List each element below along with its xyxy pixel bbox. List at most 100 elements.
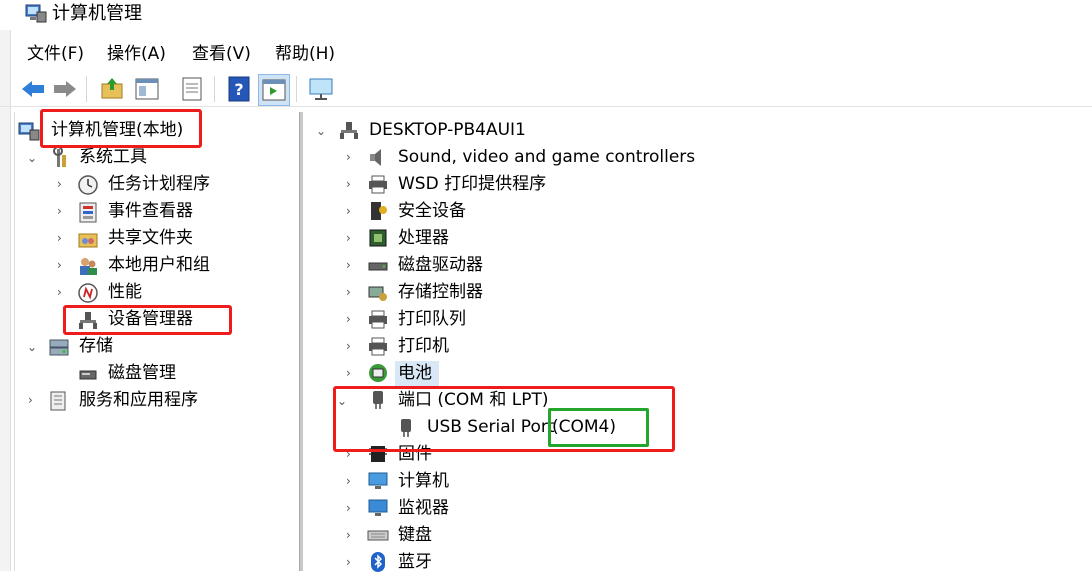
back-icon[interactable] (18, 74, 48, 104)
annotation-highlight-device-manager (63, 305, 232, 335)
device-category-bluetooth[interactable]: › 蓝牙 (310, 549, 1090, 576)
computer-name: DESKTOP-PB4AUI1 (369, 120, 526, 140)
up-folder-icon[interactable] (97, 74, 127, 104)
chevron-right-icon[interactable]: › (346, 502, 356, 514)
device-category-computer[interactable]: › 计算机 (310, 468, 1090, 495)
toolbar-separator (214, 76, 215, 102)
bluetooth-icon (371, 552, 385, 572)
device-category-disk-drives[interactable]: › 磁盘驱动器 (310, 252, 1090, 279)
computer-management-icon (25, 4, 47, 23)
device-category-label: 存储控制器 (398, 282, 483, 302)
tools-icon (53, 147, 66, 167)
chevron-right-icon[interactable]: › (346, 340, 356, 352)
tree-label: 磁盘管理 (108, 363, 176, 383)
device-category-label: 打印队列 (398, 309, 466, 329)
chevron-right-icon[interactable]: › (57, 205, 67, 217)
menu-file[interactable]: 文件(F) (27, 42, 84, 66)
chevron-right-icon[interactable]: › (346, 475, 356, 487)
menu-action[interactable]: 操作(A) (107, 42, 166, 66)
window-title: 计算机管理 (52, 3, 142, 24)
tree-item-local-users[interactable]: › 本地用户和组 (17, 252, 297, 279)
title-bar: 计算机管理 (0, 0, 1092, 30)
users-icon (80, 258, 97, 275)
chevron-down-icon[interactable]: ⌄ (316, 125, 326, 137)
computer-icon (368, 472, 388, 489)
action-pane-icon[interactable] (258, 74, 290, 106)
device-category-security-devices[interactable]: › 安全设备 (310, 198, 1090, 225)
device-category-sound-video-game[interactable]: › Sound, video and game controllers (310, 144, 1090, 171)
menu-help[interactable]: 帮助(H) (275, 42, 335, 66)
tree-label: 共享文件夹 (108, 228, 193, 248)
device-tree-root[interactable]: ⌄ DESKTOP-PB4AUI1 (310, 117, 1090, 144)
tree-label: 事件查看器 (108, 201, 193, 221)
chevron-right-icon[interactable]: › (57, 232, 67, 244)
tree-label: 任务计划程序 (108, 174, 210, 194)
event-viewer-icon (79, 202, 97, 223)
toolbar-separator (296, 76, 297, 102)
speaker-icon (370, 149, 381, 166)
device-category-printers[interactable]: › 打印机 (310, 333, 1090, 360)
menu-view[interactable]: 查看(V) (192, 42, 251, 66)
toolbar-separator (86, 76, 87, 102)
svg-text:?: ? (234, 80, 243, 99)
device-category-wsd-print-provider[interactable]: › WSD 打印提供程序 (310, 171, 1090, 198)
show-hide-tree-icon[interactable] (132, 74, 162, 104)
chevron-down-icon[interactable]: ⌄ (27, 152, 37, 164)
print-queue-icon (369, 310, 387, 329)
device-category-print-queues[interactable]: › 打印队列 (310, 306, 1090, 333)
menu-bar: 文件(F) 操作(A) 查看(V) 帮助(H) (0, 37, 1092, 69)
tree-item-event-viewer[interactable]: › 事件查看器 (17, 198, 297, 225)
chevron-right-icon[interactable]: › (346, 151, 356, 163)
chevron-right-icon[interactable]: › (346, 556, 356, 568)
chevron-right-icon[interactable]: › (346, 367, 356, 379)
properties-icon[interactable] (177, 74, 207, 104)
chevron-right-icon[interactable]: › (57, 286, 67, 298)
device-category-processors[interactable]: › 处理器 (310, 225, 1090, 252)
chevron-right-icon[interactable]: › (57, 259, 67, 271)
clock-icon (78, 175, 98, 195)
device-category-storage-controllers[interactable]: › 存储控制器 (310, 279, 1090, 306)
tree-item-task-scheduler[interactable]: › 任务计划程序 (17, 171, 297, 198)
device-category-monitors[interactable]: › 监视器 (310, 495, 1090, 522)
printer-icon (369, 175, 387, 194)
device-category-label: 处理器 (398, 228, 449, 248)
tree-item-disk-management[interactable]: 磁盘管理 (17, 360, 297, 387)
device-category-label: 电池 (398, 363, 432, 383)
monitor-icon (368, 499, 388, 516)
chevron-right-icon[interactable]: › (57, 178, 67, 190)
tree-item-system-tools[interactable]: ⌄ 系统工具 (17, 144, 297, 171)
chevron-right-icon[interactable]: › (346, 232, 356, 244)
security-key-icon (371, 202, 387, 220)
device-category-label: 磁盘驱动器 (398, 255, 483, 275)
chevron-right-icon[interactable]: › (346, 178, 356, 190)
device-category-label: Sound, video and game controllers (398, 147, 696, 167)
tree-item-performance[interactable]: › 性能 (17, 279, 297, 306)
printer-icon (369, 337, 387, 356)
computer-management-icon (18, 122, 40, 141)
tree-item-shared-folders[interactable]: › 共享文件夹 (17, 225, 297, 252)
device-category-keyboards[interactable]: › 键盘 (310, 522, 1090, 549)
chevron-right-icon[interactable]: › (346, 529, 356, 541)
chevron-right-icon[interactable]: › (346, 259, 356, 271)
device-category-batteries[interactable]: › 电池 (310, 360, 1090, 387)
chevron-right-icon[interactable]: › (346, 313, 356, 325)
device-category-label: 安全设备 (398, 201, 466, 221)
tree-item-services-apps[interactable]: › 服务和应用程序 (17, 387, 297, 414)
tree-label: 存储 (79, 336, 113, 356)
forward-icon[interactable] (50, 74, 80, 104)
chevron-right-icon[interactable]: › (346, 286, 356, 298)
tree-label: 系统工具 (79, 147, 147, 167)
tree-item-storage[interactable]: ⌄ 存储 (17, 333, 297, 360)
computer-icon (340, 122, 358, 139)
chevron-right-icon[interactable]: › (346, 205, 356, 217)
chevron-down-icon[interactable]: ⌄ (27, 341, 37, 353)
device-category-label: 键盘 (398, 525, 432, 545)
help-icon[interactable]: ? (224, 74, 254, 104)
chevron-right-icon[interactable]: › (28, 394, 38, 406)
performance-icon (78, 283, 98, 303)
device-category-label: 打印机 (398, 336, 449, 356)
tree-label: 服务和应用程序 (79, 390, 198, 410)
monitor-icon[interactable] (306, 74, 336, 104)
storage-controller-icon (368, 286, 387, 301)
device-category-label: 蓝牙 (398, 552, 432, 572)
